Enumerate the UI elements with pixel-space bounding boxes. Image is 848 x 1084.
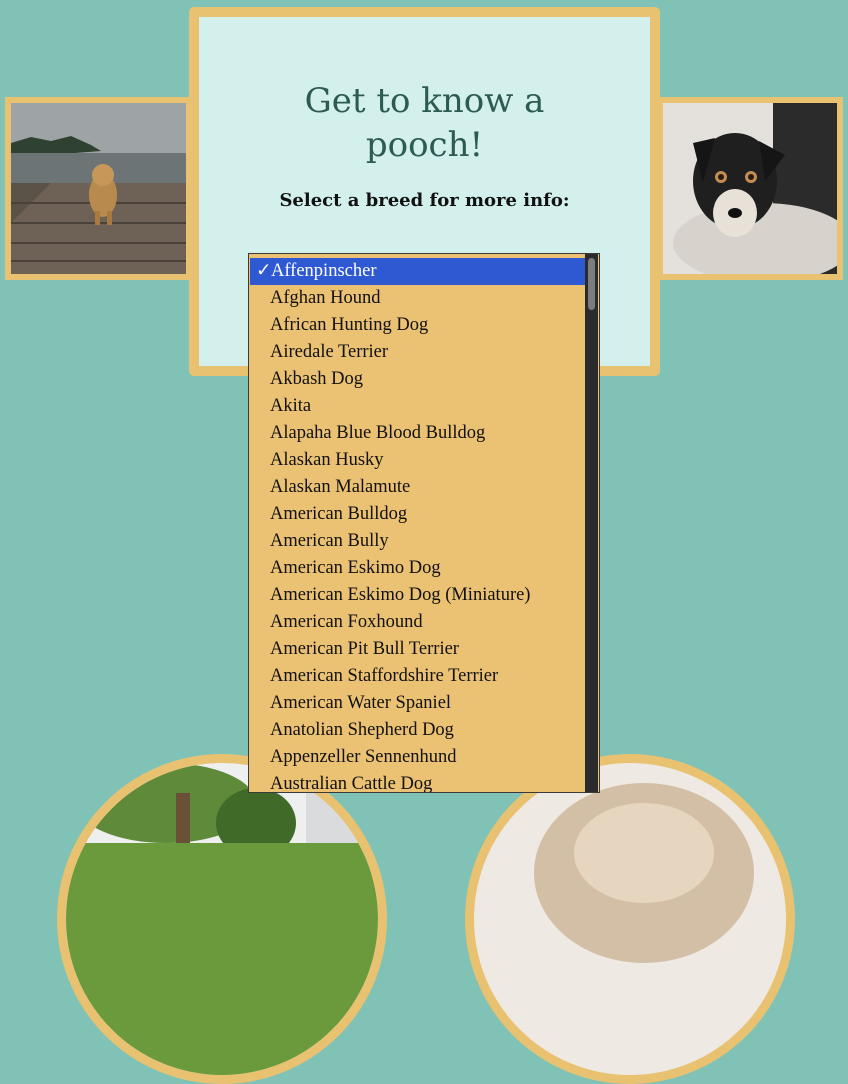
- breed-option[interactable]: African Hunting Dog: [249, 312, 585, 339]
- breed-option[interactable]: Airedale Terrier: [249, 339, 585, 366]
- breed-option[interactable]: American Foxhound: [249, 609, 585, 636]
- breed-option[interactable]: Anatolian Shepherd Dog: [249, 717, 585, 744]
- yard-photo: [57, 754, 387, 1084]
- breed-option[interactable]: Alaskan Malamute: [249, 474, 585, 501]
- select-prompt: Select a breed for more info:: [279, 190, 570, 211]
- breed-option[interactable]: ✓Affenpinscher: [250, 258, 585, 285]
- breed-option[interactable]: Alapaha Blue Blood Bulldog: [249, 420, 585, 447]
- terrier-dog-photo: [657, 97, 843, 280]
- breed-select[interactable]: ✓Affenpinscher Afghan Hound African Huntin…: [248, 253, 600, 793]
- breed-option[interactable]: American Eskimo Dog (Miniature): [249, 582, 585, 609]
- breed-option[interactable]: American Staffordshire Terrier: [249, 663, 585, 690]
- breed-option[interactable]: American Pit Bull Terrier: [249, 636, 585, 663]
- breed-option[interactable]: American Bulldog: [249, 501, 585, 528]
- breed-option[interactable]: Afghan Hound: [249, 285, 585, 312]
- check-icon: ✓: [256, 261, 272, 281]
- breed-option-label: Affenpinscher: [271, 261, 377, 281]
- scrollbar-thumb[interactable]: [588, 258, 595, 310]
- breed-option[interactable]: American Water Spaniel: [249, 690, 585, 717]
- page-title: Get to know a pooch!: [304, 81, 545, 165]
- breed-option[interactable]: Akita: [249, 393, 585, 420]
- breed-options-list[interactable]: ✓Affenpinscher Afghan Hound African Huntin…: [249, 254, 599, 792]
- breed-option[interactable]: American Bully: [249, 528, 585, 555]
- breed-option[interactable]: American Eskimo Dog: [249, 555, 585, 582]
- breed-option[interactable]: Appenzeller Sennenhund: [249, 744, 585, 771]
- listbox-scrollbar[interactable]: [585, 254, 598, 792]
- fluffy-dog-photo: [465, 754, 795, 1084]
- dog-on-dock-photo: [5, 97, 192, 280]
- breed-option[interactable]: Alaskan Husky: [249, 447, 585, 474]
- breed-option[interactable]: Australian Cattle Dog: [249, 771, 585, 792]
- breed-option[interactable]: Akbash Dog: [249, 366, 585, 393]
